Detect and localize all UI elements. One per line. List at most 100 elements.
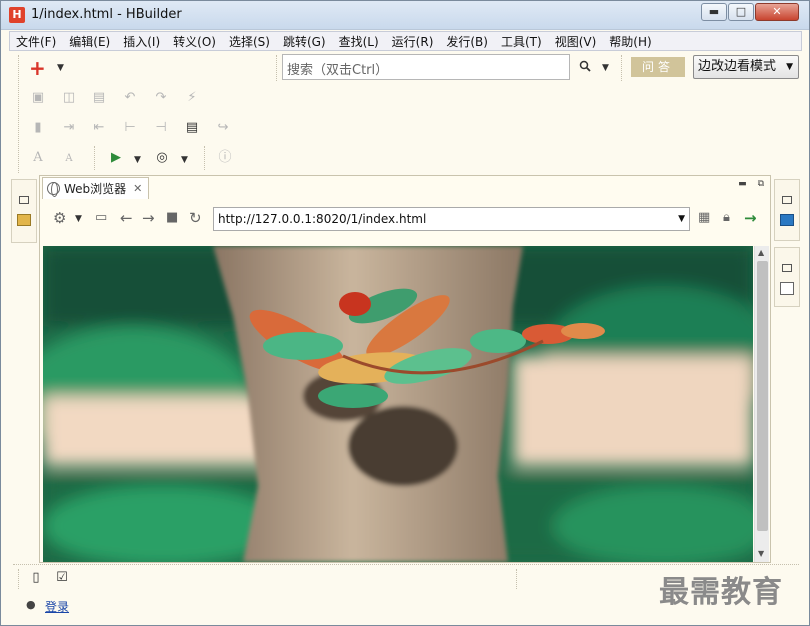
preview-mode-select[interactable]: 边改边看模式 ▼: [693, 55, 799, 79]
new-file-dropdown-icon[interactable]: ▼: [57, 63, 64, 73]
menu-find[interactable]: 查找(L): [339, 33, 379, 50]
menu-help[interactable]: 帮助(H): [609, 33, 651, 50]
revert-icon[interactable]: ▤: [92, 91, 106, 105]
url-input[interactable]: http://127.0.0.1:8020/1/index.html ▼: [213, 207, 690, 231]
url-value: http://127.0.0.1:8020/1/index.html: [218, 212, 427, 226]
toolbar-separator: [204, 146, 205, 170]
monitor-icon[interactable]: [780, 214, 794, 226]
font-decrease-icon[interactable]: A: [62, 152, 76, 166]
right-side-panel-2: [774, 247, 800, 307]
tab-label: Web浏览器: [64, 182, 127, 196]
project-folder-icon[interactable]: [17, 214, 31, 226]
settings-dropdown-icon[interactable]: ▼: [75, 214, 82, 224]
web-browser-pane: Web浏览器 ✕ ▬ ⧉ ⚙ ▼ ▭ ← → ■ ↻ http://127.0.…: [39, 175, 771, 563]
search-placeholder: 搜索（双击Ctrl）: [287, 63, 389, 78]
bookmark-icon[interactable]: ▮: [31, 121, 45, 135]
menu-select[interactable]: 选择(S): [229, 33, 270, 50]
scrollbar-thumb[interactable]: [757, 261, 768, 531]
status-grip: [18, 569, 19, 589]
info-icon[interactable]: ⓘ: [218, 151, 232, 165]
globe-icon: [47, 182, 60, 197]
hbuilder-window: H 1/index.html - HBuilder ▬ □ ✕ 文件(F) 编辑…: [0, 0, 810, 626]
menu-goto[interactable]: 跳转(G): [283, 33, 326, 50]
login-area: ● 登录: [26, 598, 69, 615]
qr-code-icon[interactable]: ▦: [698, 210, 710, 226]
title-bar[interactable]: H 1/index.html - HBuilder ▬ □ ✕: [1, 1, 809, 30]
font-increase-icon[interactable]: A: [31, 151, 45, 165]
maximize-pane-icon[interactable]: ⧉: [758, 179, 764, 189]
browser-globe-icon[interactable]: ◎: [155, 151, 169, 165]
minimize-button[interactable]: ▬: [701, 3, 727, 21]
search-icon[interactable]: [579, 60, 591, 72]
comment-icon[interactable]: ▤: [185, 121, 199, 135]
toolbar-separator: [276, 55, 277, 81]
format-icon[interactable]: ⚡: [185, 91, 199, 105]
gear-icon[interactable]: ⚙: [53, 210, 66, 226]
restore-panel-icon[interactable]: [782, 264, 792, 272]
menu-publish[interactable]: 发行(B): [446, 33, 488, 50]
console-icon[interactable]: ▭: [95, 210, 107, 226]
watermark-text: 最需教育: [659, 575, 783, 610]
toolbar-grip: [18, 55, 19, 173]
menu-insert[interactable]: 插入(I): [123, 33, 160, 50]
toolbar-separator: [94, 146, 95, 170]
pane-controls: ▬ ⧉: [738, 179, 764, 189]
chevron-down-icon: ▼: [786, 62, 793, 72]
scroll-down-icon[interactable]: ▼: [758, 549, 764, 558]
save-icon[interactable]: ▣: [31, 91, 45, 105]
back-arrow-icon[interactable]: ←: [120, 210, 133, 226]
indent-icon[interactable]: ⇥: [62, 121, 76, 135]
close-icon[interactable]: ✕: [133, 182, 142, 195]
status-divider: [13, 564, 799, 565]
plant-photo: [43, 246, 753, 562]
chevron-down-icon[interactable]: ▼: [678, 208, 685, 230]
notes-icon[interactable]: [780, 282, 794, 295]
restore-panel-icon[interactable]: [782, 196, 792, 204]
hbuilder-logo-icon: H: [9, 7, 25, 23]
run-dropdown-icon[interactable]: ▼: [134, 155, 141, 165]
menu-run[interactable]: 运行(R): [392, 33, 434, 50]
page-viewport[interactable]: [43, 246, 753, 562]
browser-toolbar: ⚙ ▼ ▭ ← → ■ ↻ http://127.0.0.1:8020/1/in…: [41, 204, 769, 234]
close-button[interactable]: ✕: [755, 3, 799, 21]
menu-escape[interactable]: 转义(O): [173, 33, 216, 50]
menu-view[interactable]: 视图(V): [555, 33, 597, 50]
browser-dropdown-icon[interactable]: ▼: [181, 155, 188, 165]
search-dropdown-icon[interactable]: ▼: [602, 63, 609, 73]
move-left-icon[interactable]: ⊢: [123, 121, 137, 135]
new-file-plus-icon[interactable]: +: [29, 58, 46, 78]
qa-button[interactable]: 问答: [631, 57, 685, 77]
undo-icon[interactable]: ↶: [123, 91, 137, 105]
redo-icon[interactable]: ↷: [154, 91, 168, 105]
left-side-panel: [11, 179, 37, 243]
outdent-icon[interactable]: ⇤: [92, 121, 106, 135]
menu-edit[interactable]: 编辑(E): [69, 33, 110, 50]
scroll-up-icon[interactable]: ▲: [758, 248, 764, 257]
forward-arrow-icon[interactable]: →: [142, 210, 155, 226]
stop-icon[interactable]: ■: [166, 210, 178, 226]
lock-icon[interactable]: 🔒︎: [723, 210, 730, 226]
preview-mode-value: 边改边看模式: [698, 59, 777, 74]
login-link[interactable]: 登录: [45, 600, 69, 614]
window-title: 1/index.html - HBuilder: [31, 7, 182, 22]
search-input[interactable]: 搜索（双击Ctrl）: [282, 54, 570, 80]
minimize-pane-icon[interactable]: ▬: [738, 179, 747, 189]
wrap-icon[interactable]: ↪: [216, 121, 230, 135]
task-list-icon[interactable]: ☑: [55, 571, 69, 585]
menu-bar: 文件(F) 编辑(E) 插入(I) 转义(O) 选择(S) 跳转(G) 查找(L…: [9, 31, 802, 51]
vertical-scrollbar[interactable]: ▲ ▼: [754, 246, 769, 562]
restore-panel-icon[interactable]: [19, 196, 29, 204]
go-arrow-icon[interactable]: →: [744, 210, 757, 226]
new-project-icon[interactable]: ▯: [29, 571, 43, 585]
refresh-icon[interactable]: ↻: [189, 210, 202, 226]
toolbar-separator: [621, 55, 622, 81]
maximize-button[interactable]: □: [728, 3, 754, 21]
status-separator: [516, 569, 517, 589]
menu-file[interactable]: 文件(F): [16, 33, 56, 50]
tab-web-browser[interactable]: Web浏览器 ✕: [42, 177, 150, 199]
move-right-icon[interactable]: ⊣: [154, 121, 168, 135]
right-side-panel: [774, 179, 800, 241]
run-browser-icon[interactable]: ▶: [109, 151, 123, 165]
menu-tools[interactable]: 工具(T): [501, 33, 542, 50]
save-all-icon[interactable]: ◫: [62, 91, 76, 105]
